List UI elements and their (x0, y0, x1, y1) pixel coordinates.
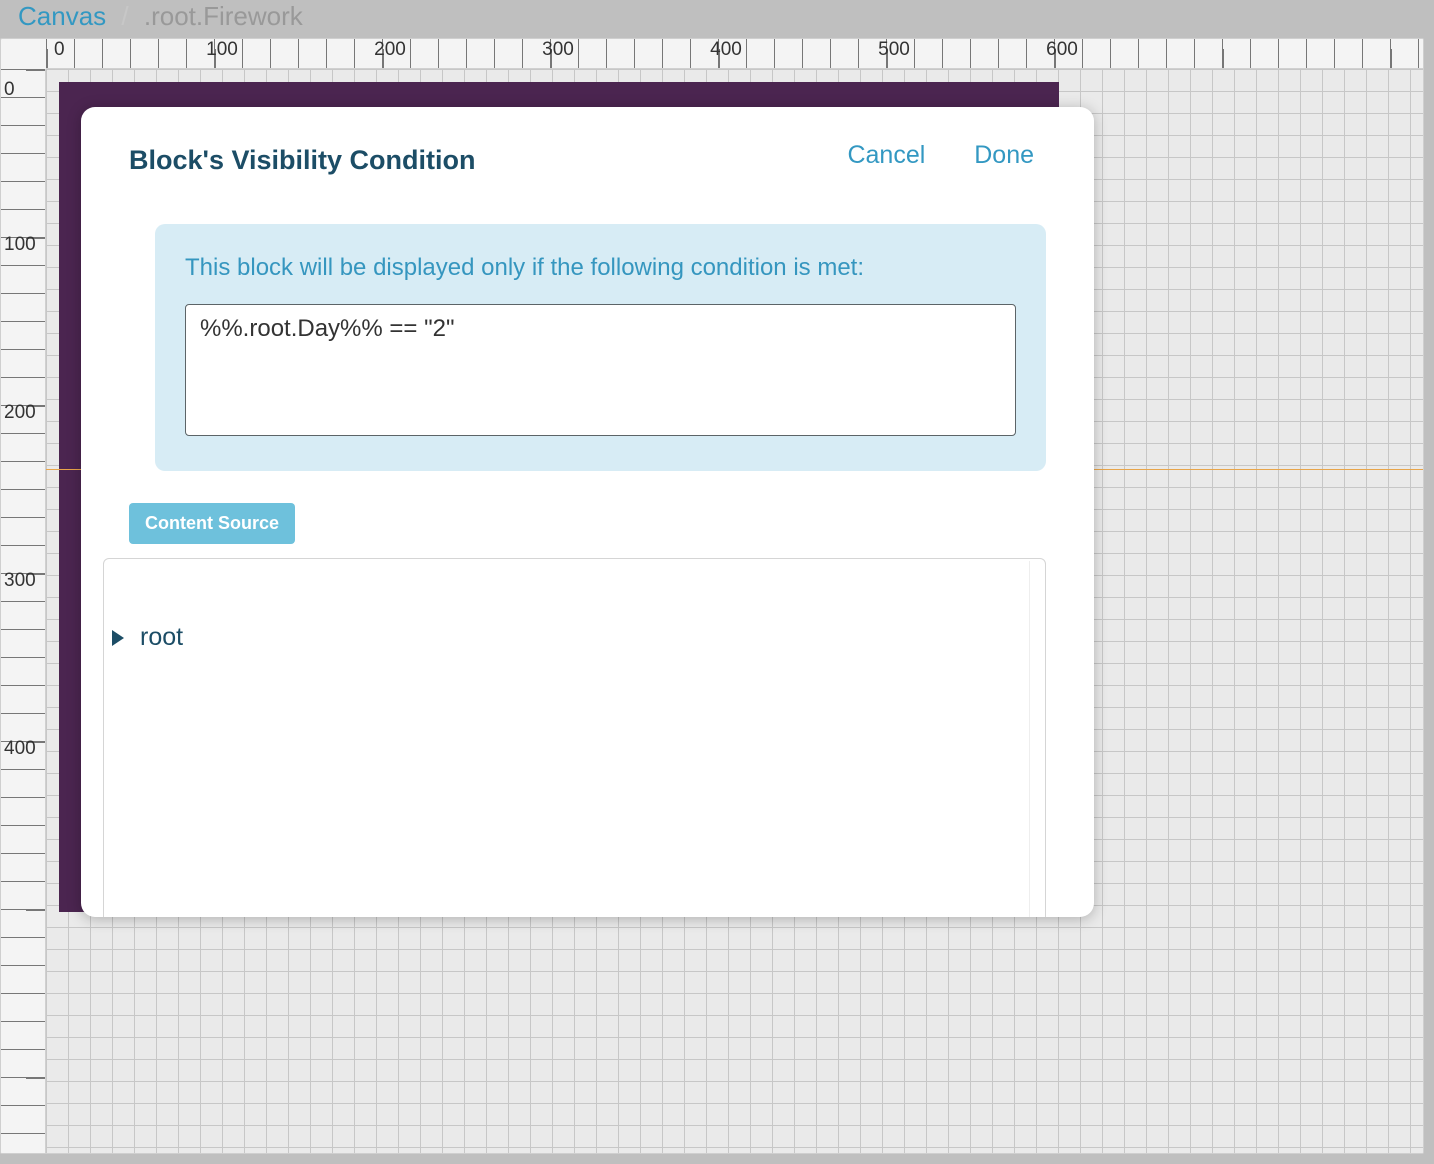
cancel-button[interactable]: Cancel (847, 141, 925, 169)
ruler-tick-label: 300 (542, 39, 574, 61)
breadcrumb-current: .root.Firework (144, 1, 303, 31)
ruler-tick-label: 600 (1046, 39, 1078, 61)
ruler-tick-label: 400 (4, 738, 36, 760)
chevron-right-icon (112, 630, 124, 646)
ruler-tick-label: 300 (4, 570, 36, 592)
breadcrumb-link-canvas[interactable]: Canvas (18, 1, 106, 31)
ruler-tick-label: 100 (206, 39, 238, 61)
content-source-tree: root (103, 558, 1046, 917)
ruler-tick-label: 0 (54, 39, 65, 61)
condition-panel: This block will be displayed only if the… (155, 224, 1046, 471)
ruler-tick-label: 400 (710, 39, 742, 61)
ruler-tick-label: 200 (374, 39, 406, 61)
tab-content-source[interactable]: Content Source (129, 503, 295, 544)
visibility-condition-modal: Block's Visibility Condition Cancel Done… (81, 107, 1094, 917)
ruler-horizontal: 0 100 200 300 400 500 600 (46, 39, 1423, 69)
ruler-tick-label: 500 (878, 39, 910, 61)
vertical-scrollbar[interactable] (1029, 561, 1043, 917)
horizontal-scrollbar[interactable] (0, 1154, 1424, 1164)
ruler-vertical: 0 100 200 300 400 (1, 69, 46, 1153)
done-button[interactable]: Done (974, 141, 1034, 169)
ruler-tick-label: 100 (4, 234, 36, 256)
condition-input[interactable] (185, 304, 1016, 436)
tree-node-root[interactable]: root (112, 623, 183, 652)
condition-hint: This block will be displayed only if the… (185, 254, 1016, 282)
tree-node-label: root (140, 623, 183, 652)
ruler-tick-label: 200 (4, 402, 36, 424)
modal-actions: Cancel Done (847, 141, 1034, 170)
ruler-tick-label: 0 (4, 79, 15, 101)
breadcrumb: Canvas / .root.Firework (18, 0, 303, 32)
breadcrumb-separator: / (121, 1, 128, 31)
